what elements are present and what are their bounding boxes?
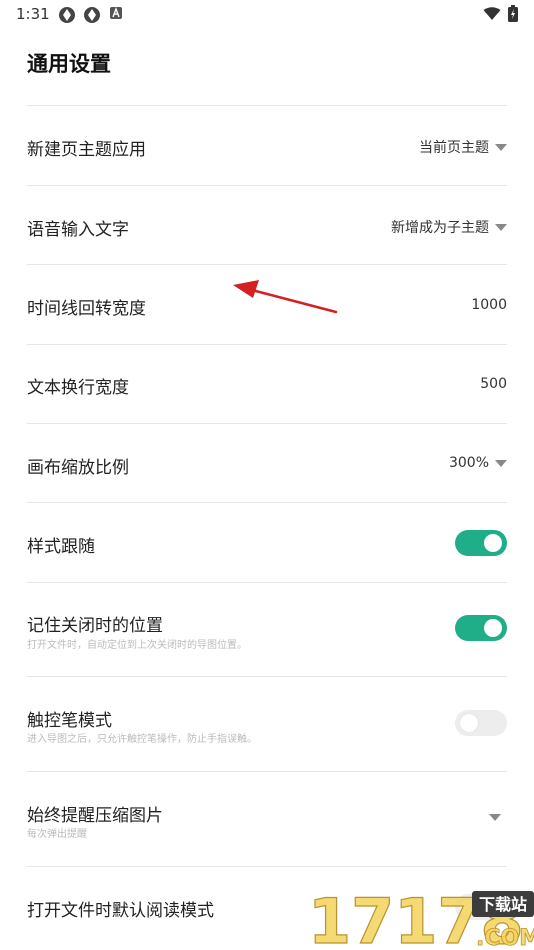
red-arrow-annotation [233,280,338,314]
17178-watermark-logo: 17178 下载站 .COM [308,885,534,950]
watermark-tag: 下载站 [479,895,527,914]
watermark-domain: .COM [476,926,534,950]
